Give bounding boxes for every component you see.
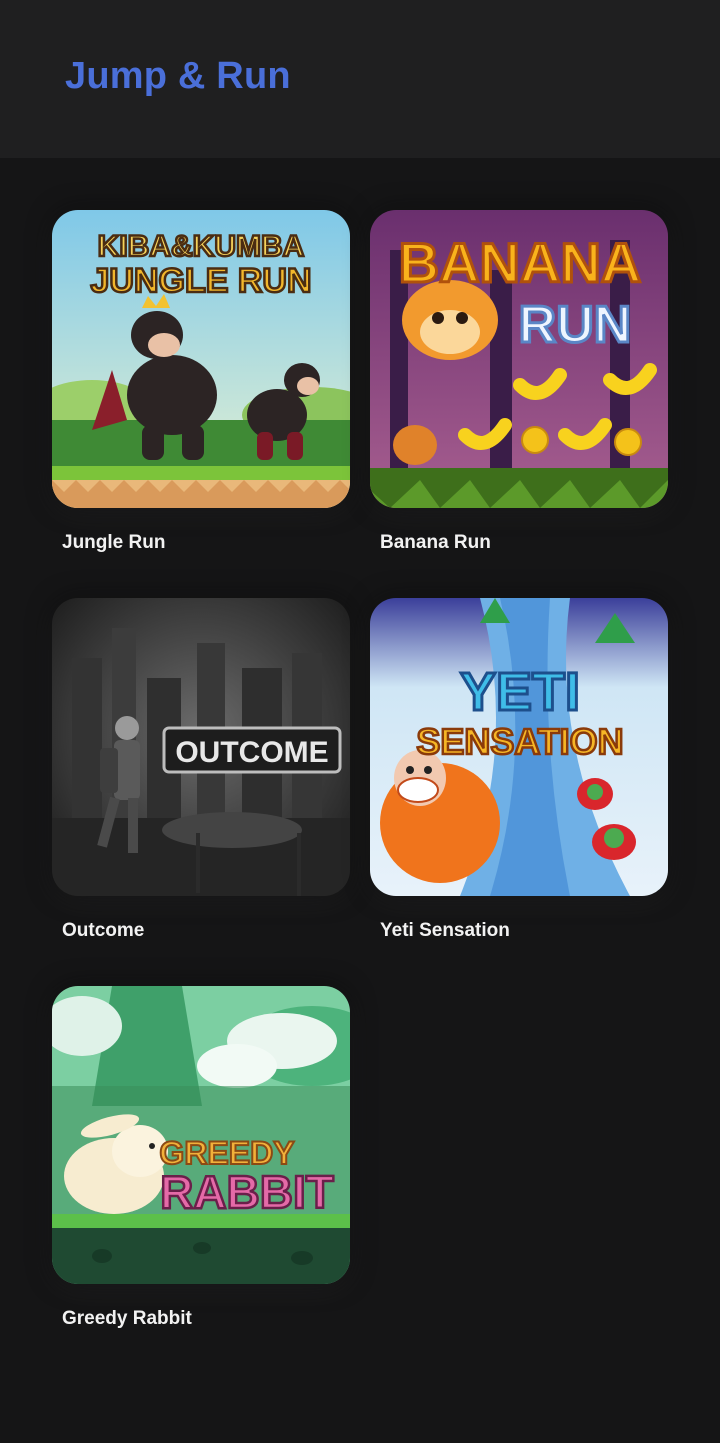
page-title: Jump & Run bbox=[65, 55, 291, 97]
greedy-rabbit-artwork: GREEDY RABBIT bbox=[52, 986, 350, 1284]
logo-text: RUN bbox=[519, 296, 632, 354]
app-header: Jump & Run bbox=[0, 0, 720, 158]
game-title[interactable]: Banana Run bbox=[380, 532, 491, 554]
game-thumbnail[interactable]: OUTCOME bbox=[52, 598, 350, 896]
jungle-run-artwork: KIBA&KUMBA JUNGLE RUN bbox=[52, 210, 350, 508]
banana-run-artwork: BANANA RUN bbox=[370, 210, 668, 508]
game-title[interactable]: Yeti Sensation bbox=[380, 920, 510, 942]
game-card-outcome[interactable]: OUTCOME Outcome bbox=[52, 598, 350, 941]
game-thumbnail[interactable]: KIBA&KUMBA JUNGLE RUN bbox=[52, 210, 350, 508]
game-thumbnail[interactable]: YETI SENSATION bbox=[370, 598, 668, 896]
outcome-artwork: OUTCOME bbox=[52, 598, 350, 896]
logo-text: KIBA&KUMBA bbox=[98, 230, 305, 263]
game-title[interactable]: Greedy Rabbit bbox=[62, 1308, 192, 1330]
logo-text: RABBIT bbox=[160, 1166, 334, 1218]
game-thumbnail[interactable]: GREEDY RABBIT bbox=[52, 986, 350, 1284]
game-thumbnail[interactable]: BANANA RUN bbox=[370, 210, 668, 508]
game-grid: KIBA&KUMBA JUNGLE RUN Jungle Run BANANA … bbox=[0, 158, 720, 1443]
game-card-greedy-rabbit[interactable]: GREEDY RABBIT Greedy Rabbit bbox=[52, 986, 350, 1329]
game-card-jungle-run[interactable]: KIBA&KUMBA JUNGLE RUN Jungle Run bbox=[52, 210, 350, 553]
yeti-sensation-artwork: YETI SENSATION bbox=[370, 598, 668, 896]
game-title[interactable]: Outcome bbox=[62, 920, 144, 942]
logo-text: YETI bbox=[460, 662, 580, 722]
game-card-yeti-sensation[interactable]: YETI SENSATION Yeti Sensation bbox=[370, 598, 668, 941]
logo-text: JUNGLE RUN bbox=[90, 262, 311, 300]
logo-text: OUTCOME bbox=[175, 736, 328, 769]
logo-text: BANANA bbox=[399, 231, 642, 294]
game-title[interactable]: Jungle Run bbox=[62, 532, 165, 554]
game-card-banana-run[interactable]: BANANA RUN Banana Run bbox=[370, 210, 668, 553]
logo-text: SENSATION bbox=[416, 721, 623, 762]
